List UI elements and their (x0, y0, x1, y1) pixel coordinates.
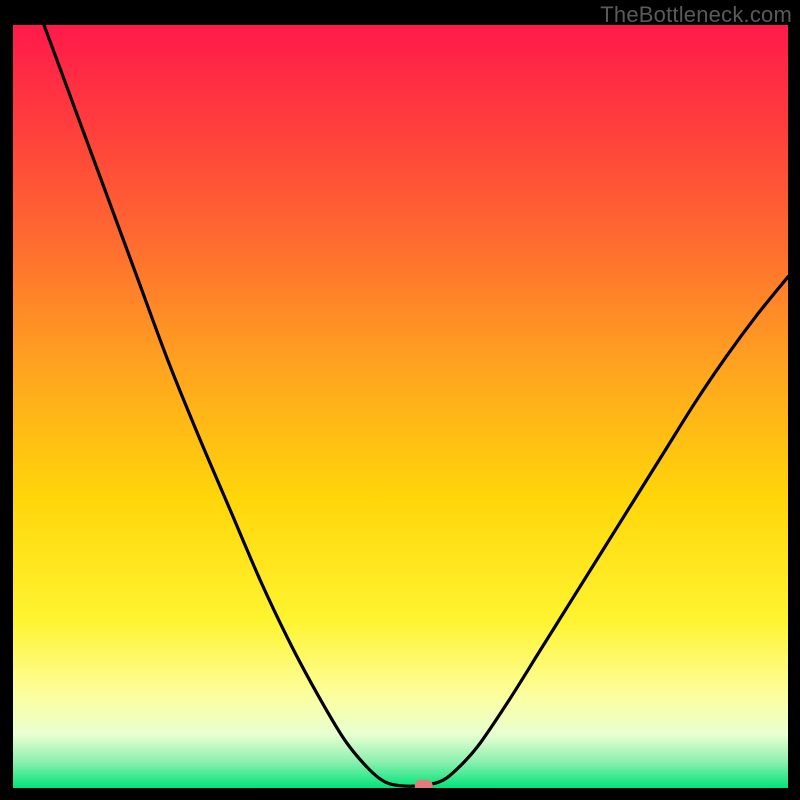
bottleneck-chart (13, 25, 788, 788)
plot-area (13, 25, 788, 788)
watermark-text: TheBottleneck.com (600, 2, 792, 28)
gradient-background (13, 25, 788, 788)
chart-frame: TheBottleneck.com (0, 0, 800, 800)
optimum-marker (415, 780, 433, 788)
